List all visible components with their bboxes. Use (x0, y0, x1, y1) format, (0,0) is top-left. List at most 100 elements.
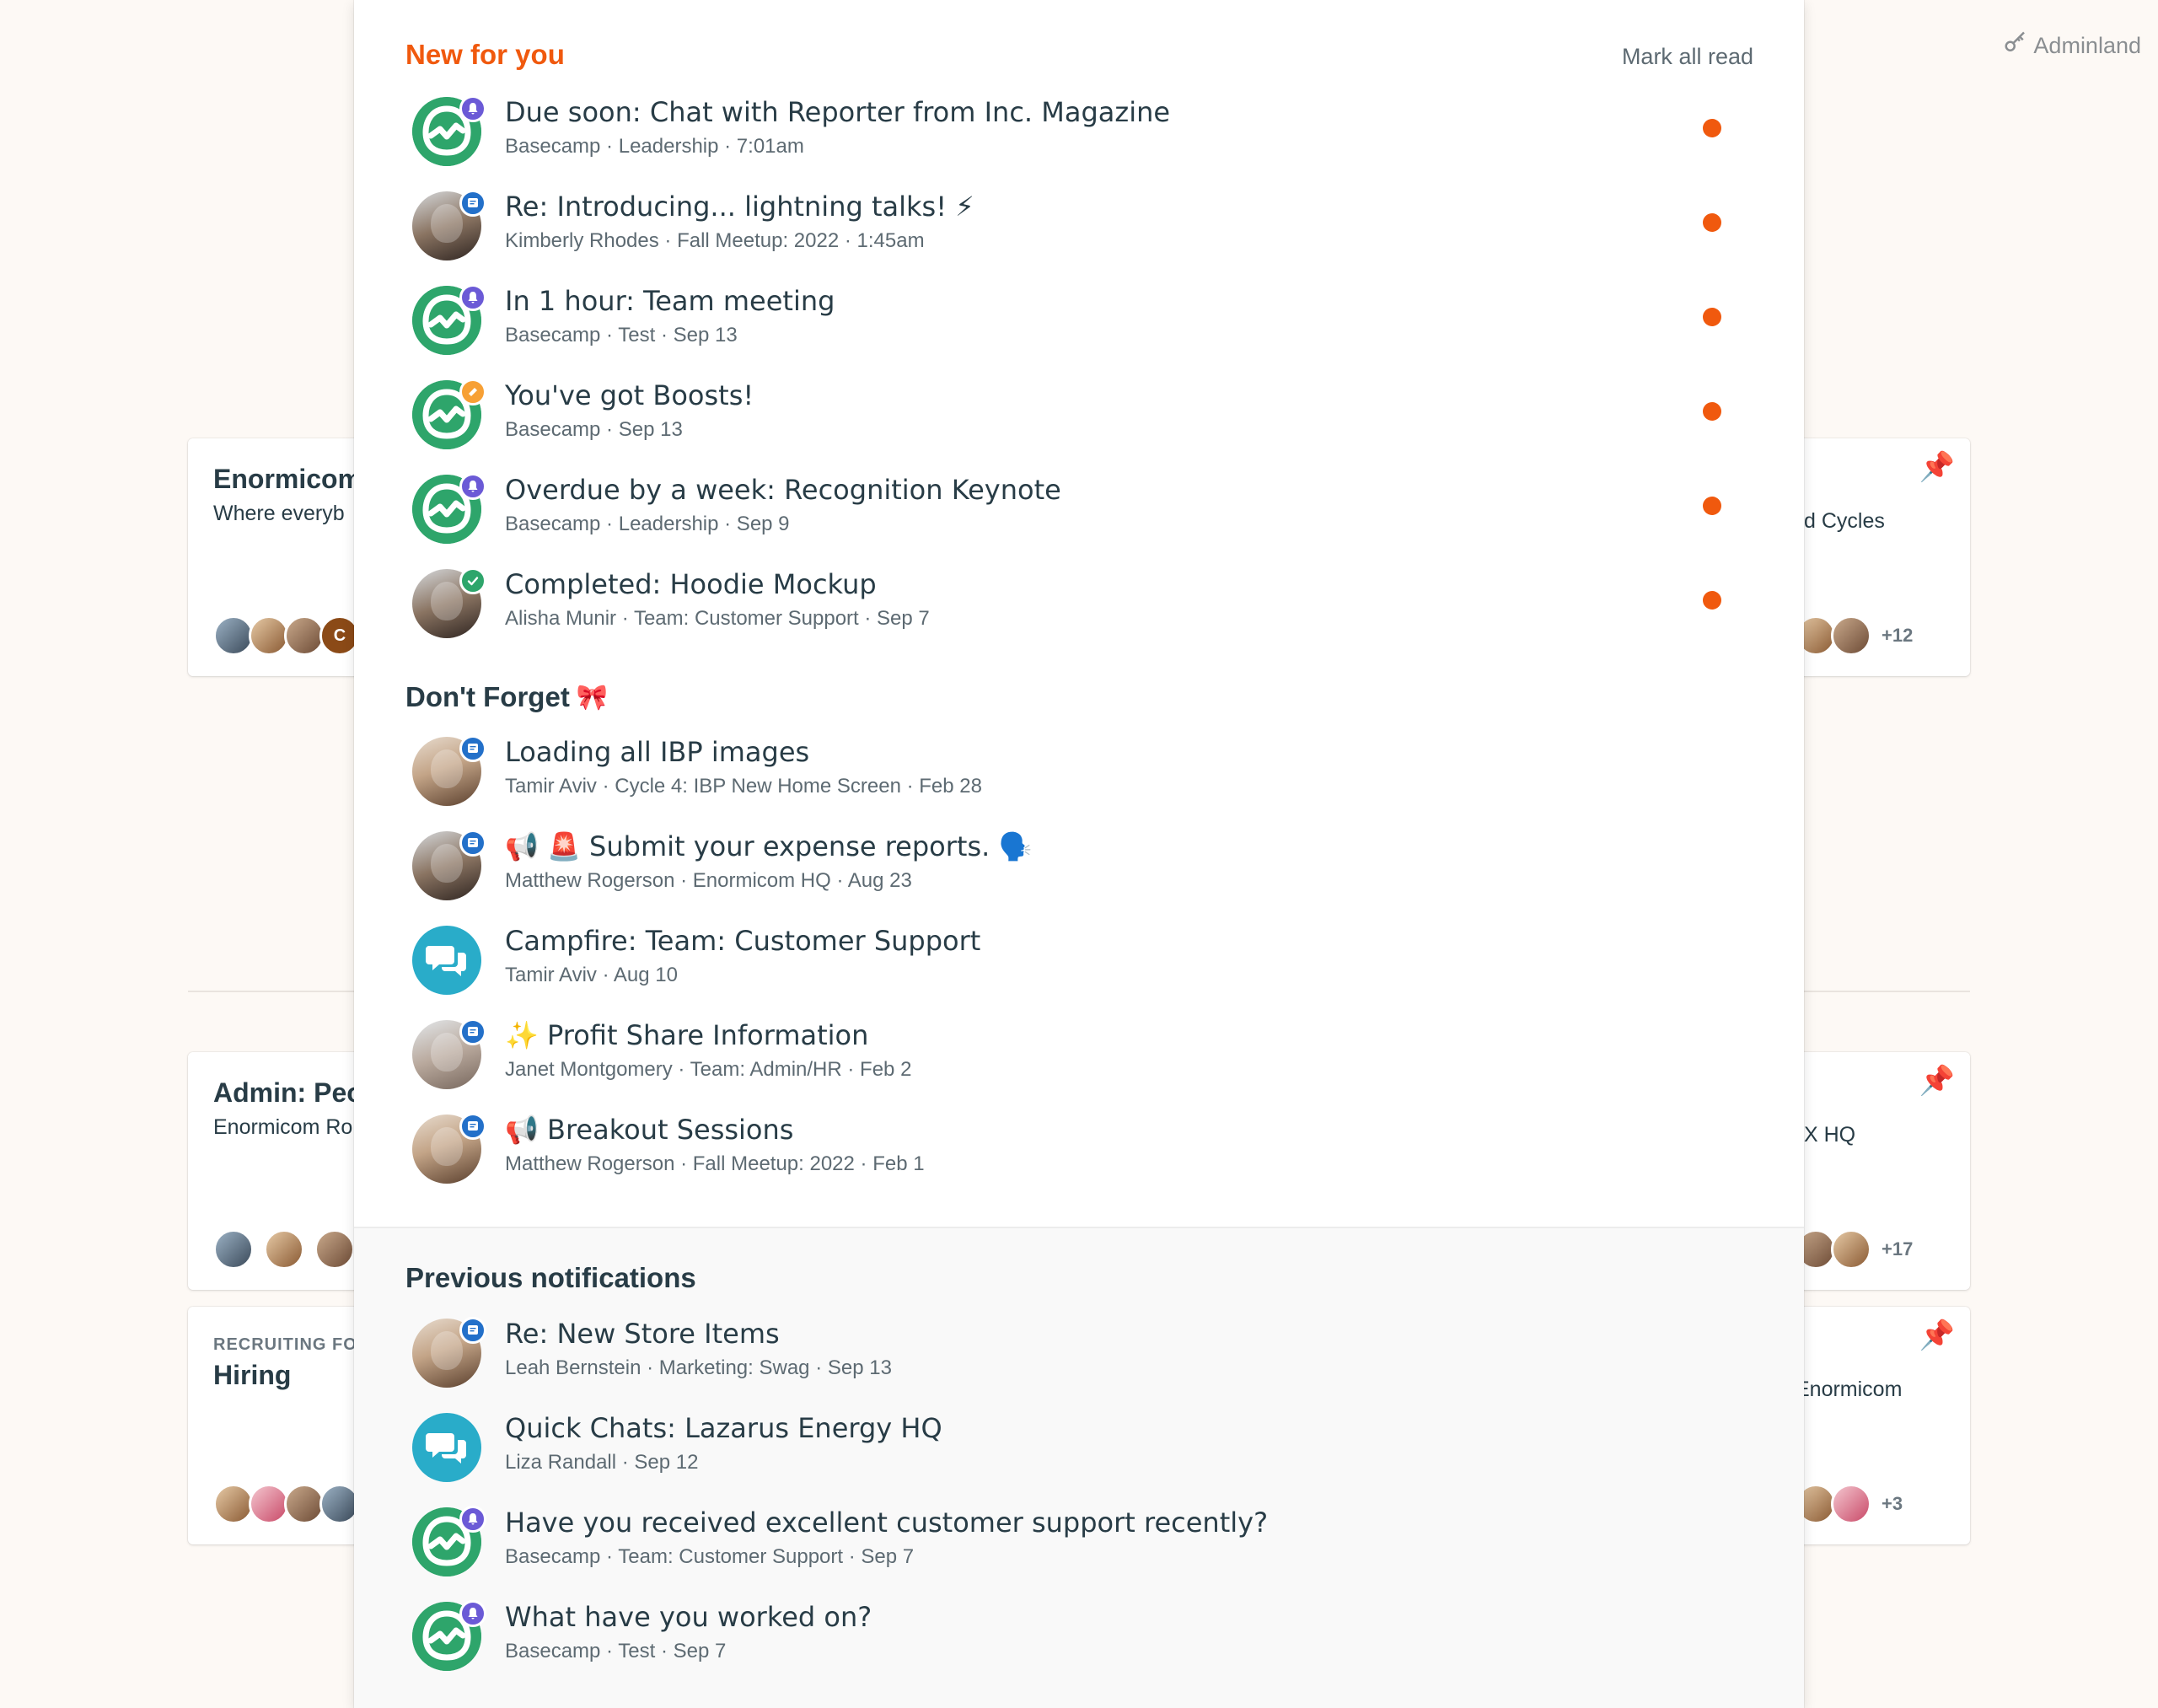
notification-item[interactable]: ✨ Profit Share Information Janet Montgome… (412, 1018, 1753, 1103)
notification-text: ✨ Profit Share Information Janet Montgome… (505, 1018, 911, 1082)
notification-meta: Liza Randall · Sep 12 (505, 1451, 699, 1474)
notification-text: Loading all IBP images Tamir Aviv · Cycle… (505, 735, 982, 799)
mark-all-read-button[interactable]: Mark all read (1622, 44, 1753, 70)
notification-text: You've got Boosts! Basecamp · Sep 13 (505, 379, 754, 443)
notification-meta: Basecamp · Sep 13 (505, 418, 683, 441)
notification-item[interactable]: Loading all IBP images Tamir Aviv · Cycle… (412, 735, 1753, 819)
adminland-label: Adminland (2033, 33, 2141, 58)
avatar (213, 1484, 254, 1524)
avatar (1831, 615, 1871, 656)
avatar (213, 1229, 254, 1270)
unread-dot (1703, 591, 1721, 610)
notification-title[interactable]: Quick Chats: Lazarus Energy HQ (505, 1411, 942, 1445)
pin-icon[interactable]: 📌 (1919, 1319, 1955, 1352)
notification-title[interactable]: ✨ Profit Share Information (505, 1018, 911, 1052)
notification-avatar-wrap (412, 1317, 486, 1388)
notification-text: Re: Introducing... lightning talks! ⚡ Kim… (505, 190, 974, 254)
new-for-you-heading: New for you (405, 39, 565, 70)
notification-title[interactable]: What have you worked on? (505, 1600, 872, 1634)
notification-meta: Matthew Rogerson · Fall Meetup: 2022 · F… (505, 1152, 925, 1175)
notification-title[interactable]: Overdue by a week: Recognition Keynote (505, 473, 1061, 507)
adminland-link[interactable]: Adminland (2003, 30, 2141, 62)
notification-item[interactable]: Overdue by a week: Recognition Keynote Ba… (412, 473, 1753, 557)
message-icon (459, 190, 486, 217)
notification-meta: Kimberly Rhodes · Fall Meetup: 2022 · 1:… (505, 229, 925, 252)
notification-item[interactable]: 📢 🚨 Submit your expense reports. 🗣️ Matth… (412, 830, 1753, 914)
notification-item[interactable]: What have you worked on? Basecamp · Test … (412, 1600, 1753, 1684)
bell-icon (459, 1506, 486, 1533)
notification-title[interactable]: Due soon: Chat with Reporter from Inc. M… (505, 95, 1170, 129)
notification-avatar-wrap (412, 567, 486, 638)
notification-avatar-wrap (412, 1600, 486, 1671)
avatar (314, 1229, 355, 1270)
avatar (213, 615, 254, 656)
unread-dot (1703, 497, 1721, 515)
notification-title[interactable]: Loading all IBP images (505, 735, 982, 769)
notification-title[interactable]: You've got Boosts! (505, 379, 754, 412)
unread-dot (1703, 119, 1721, 137)
notification-text: Have you received excellent customer sup… (505, 1506, 1268, 1570)
pin-icon[interactable]: 📌 (1919, 1064, 1955, 1098)
notification-text: Quick Chats: Lazarus Energy HQ Liza Randa… (505, 1411, 942, 1475)
notification-title[interactable]: Campfire: Team: Customer Support (505, 924, 980, 958)
notification-item[interactable]: Campfire: Team: Customer Support Tamir Av… (412, 924, 1753, 1008)
message-icon (459, 830, 486, 857)
key-icon (2003, 30, 2028, 62)
notification-meta: Basecamp · Team: Customer Support · Sep … (505, 1545, 915, 1568)
notification-item[interactable]: Re: Introducing... lightning talks! ⚡ Kim… (412, 190, 1753, 274)
avatar (1831, 1229, 1871, 1270)
notification-avatar-wrap (412, 830, 486, 900)
unread-dot (1703, 213, 1721, 232)
notification-title[interactable]: 📢 🚨 Submit your expense reports. 🗣️ (505, 830, 1032, 863)
more-members-count: +3 (1882, 1493, 1903, 1514)
avatar (249, 615, 289, 656)
campfire-chat-icon (412, 1413, 481, 1482)
notification-item[interactable]: Re: New Store Items Leah Bernstein · Mark… (412, 1317, 1753, 1401)
notification-text: Re: New Store Items Leah Bernstein · Mark… (505, 1317, 892, 1381)
notification-avatar-wrap (412, 735, 486, 806)
notification-item[interactable]: In 1 hour: Team meeting Basecamp · Test ·… (412, 284, 1753, 368)
notification-meta: Basecamp · Test · Sep 7 (505, 1640, 727, 1662)
message-icon (459, 1113, 486, 1140)
notification-item[interactable]: 📢 Breakout Sessions Matthew Rogerson · Fa… (412, 1113, 1753, 1197)
notification-meta: Leah Bernstein · Marketing: Swag · Sep 1… (505, 1356, 892, 1379)
card-description: d Cycles (1804, 509, 1885, 533)
card-description: X HQ (1804, 1123, 1856, 1147)
notification-text: Overdue by a week: Recognition Keynote Ba… (505, 473, 1061, 537)
notification-item[interactable]: Have you received excellent customer sup… (412, 1506, 1753, 1590)
notification-text: Completed: Hoodie Mockup Alisha Munir · T… (505, 567, 930, 631)
more-members-count: +12 (1882, 625, 1914, 646)
avatar (284, 615, 325, 656)
notification-avatar-wrap (412, 1506, 486, 1576)
avatar (1831, 1484, 1871, 1524)
notifications-panel: New for you Mark all read Due soon: Chat… (354, 0, 1804, 1708)
notification-title[interactable]: In 1 hour: Team meeting (505, 284, 835, 318)
notification-meta: Basecamp · Test · Sep 13 (505, 324, 738, 346)
notification-item[interactable]: You've got Boosts! Basecamp · Sep 13 (412, 379, 1753, 463)
notification-title[interactable]: 📢 Breakout Sessions (505, 1113, 925, 1147)
notification-meta: Alisha Munir · Team: Customer Support · … (505, 607, 930, 630)
avatar (284, 1484, 325, 1524)
dont-forget-label: Don't Forget (405, 681, 570, 712)
pin-icon[interactable]: 📌 (1919, 450, 1955, 484)
campfire-chat-icon (412, 926, 481, 995)
notification-avatar-wrap (412, 473, 486, 544)
notification-title[interactable]: Re: Introducing... lightning talks! ⚡ (505, 190, 974, 223)
notification-avatar-wrap (412, 379, 486, 449)
notification-meta: Tamir Aviv · Cycle 4: IBP New Home Scree… (505, 775, 982, 798)
notification-title[interactable]: Have you received excellent customer sup… (505, 1506, 1268, 1539)
bell-icon (459, 1600, 486, 1627)
dont-forget-heading: Don't Forget 🎀 (405, 681, 608, 713)
unread-dot (1703, 308, 1721, 326)
card-description: Enormicom (1796, 1378, 1903, 1401)
notification-avatar-wrap (412, 1413, 481, 1482)
notification-title[interactable]: Completed: Hoodie Mockup (505, 567, 930, 601)
notification-text: Due soon: Chat with Reporter from Inc. M… (505, 95, 1170, 159)
avatar (249, 1484, 289, 1524)
notification-item[interactable]: Due soon: Chat with Reporter from Inc. M… (412, 95, 1753, 180)
notification-item[interactable]: Completed: Hoodie Mockup Alisha Munir · T… (412, 567, 1753, 652)
notification-meta: Basecamp · Leadership · Sep 9 (505, 513, 790, 535)
notification-item[interactable]: Quick Chats: Lazarus Energy HQ Liza Randa… (412, 1411, 1753, 1496)
notification-title[interactable]: Re: New Store Items (505, 1317, 892, 1351)
check-icon (459, 567, 486, 594)
